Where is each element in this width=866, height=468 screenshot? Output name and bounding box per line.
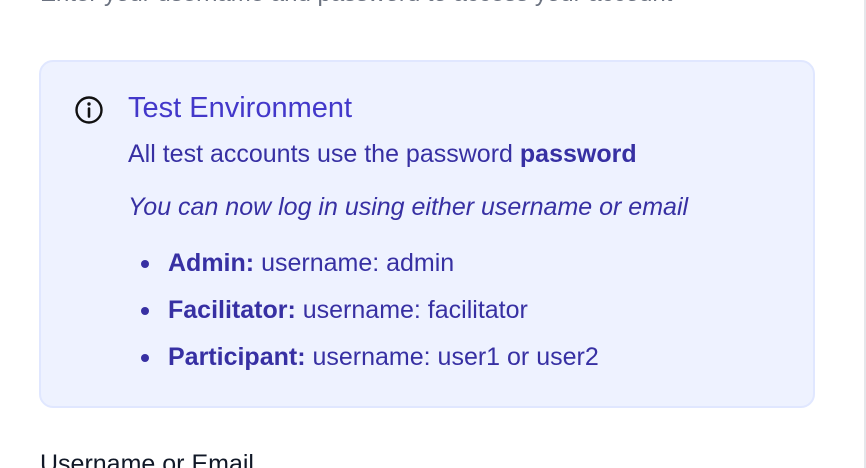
login-method-note: You can now log in using either username…	[128, 193, 689, 221]
password-value: password	[519, 140, 637, 168]
password-info: All test accounts use the password passw…	[128, 140, 637, 169]
account-detail: username: facilitator	[302, 296, 528, 324]
username-field-label: Username or Email	[40, 450, 254, 468]
list-item: Admin: username: admin	[141, 248, 599, 295]
page-subtitle: Enter your username and password to acce…	[40, 0, 672, 8]
list-item: Participant: username: user1 or user2	[141, 342, 599, 389]
test-environment-alert: Test Environment All test accounts use t…	[39, 60, 815, 408]
list-item: Facilitator: username: facilitator	[141, 295, 599, 342]
account-detail: username: admin	[261, 249, 455, 277]
login-page: Enter your username and password to acce…	[0, 0, 866, 468]
account-role: Facilitator:	[168, 296, 296, 324]
account-role: Participant:	[168, 343, 306, 371]
password-info-text: All test accounts use the password	[128, 140, 513, 168]
alert-title: Test Environment	[128, 92, 353, 124]
account-detail: username: user1 or user2	[312, 343, 599, 371]
test-accounts-list: Admin: username: admin Facilitator: user…	[141, 248, 599, 389]
account-role: Admin:	[168, 249, 255, 277]
info-circle-icon	[74, 95, 104, 125]
